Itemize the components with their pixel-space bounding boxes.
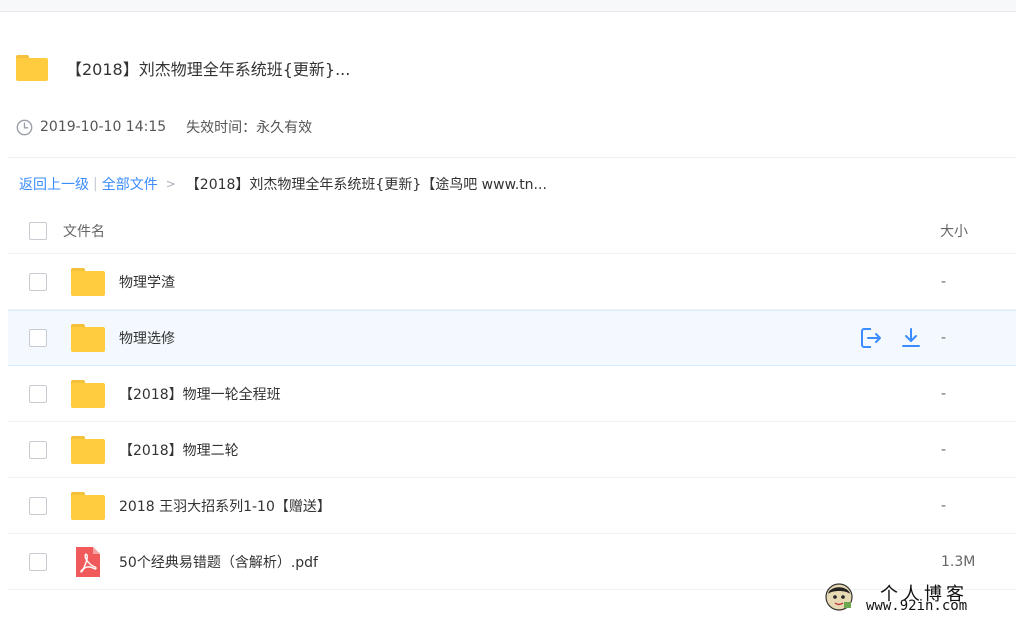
file-name[interactable]: 【2018】物理一轮全程班 bbox=[119, 384, 281, 404]
breadcrumb: 返回上一级 | 全部文件 > 【2018】刘杰物理全年系统班{更新}【途鸟吧 w… bbox=[19, 174, 547, 194]
row-checkbox[interactable] bbox=[29, 384, 47, 403]
column-header-size: 大小 bbox=[940, 223, 968, 240]
table-row[interactable]: 物理选修 - bbox=[8, 310, 1016, 366]
back-link[interactable]: 返回上一级 bbox=[19, 174, 89, 194]
table-row[interactable]: 【2018】物理一轮全程班 - bbox=[8, 366, 1016, 422]
pdf-file-icon bbox=[76, 546, 100, 577]
file-size: - bbox=[941, 497, 947, 514]
avatar-icon bbox=[825, 583, 853, 611]
file-list: 文件名 大小 物理学渣 - 物理选修 - 【2018】物理一轮全程班 - 【20… bbox=[8, 208, 1016, 590]
file-size: - bbox=[941, 273, 947, 290]
share-meta: 2019-10-10 14:15 失效时间：永久有效 bbox=[16, 117, 312, 137]
breadcrumb-arrow: > bbox=[165, 177, 176, 191]
share-title: 【2018】刘杰物理全年系统班{更新}... bbox=[66, 60, 351, 79]
breadcrumb-separator: | bbox=[93, 176, 98, 192]
breadcrumb-current: 【2018】刘杰物理全年系统班{更新}【途鸟吧 www.tn... bbox=[185, 177, 547, 193]
blog-watermark: 个人博客 www.92in.com bbox=[822, 578, 1012, 618]
table-row[interactable]: 【2018】物理二轮 - bbox=[8, 422, 1016, 478]
row-checkbox[interactable] bbox=[29, 496, 47, 515]
divider bbox=[8, 157, 1016, 158]
list-header: 文件名 大小 bbox=[8, 208, 1016, 254]
watermark-url: www.92in.com bbox=[866, 598, 968, 614]
folder-icon bbox=[16, 55, 48, 81]
table-row[interactable]: 物理学渣 - bbox=[8, 254, 1016, 310]
file-size: - bbox=[941, 385, 947, 402]
folder-icon bbox=[71, 267, 105, 296]
file-name[interactable]: 2018 王羽大招系列1-10【赠送】 bbox=[119, 496, 331, 516]
file-size: - bbox=[941, 441, 947, 458]
file-name[interactable]: 物理选修 bbox=[119, 328, 175, 348]
file-size: - bbox=[941, 330, 947, 346]
file-name[interactable]: 50个经典易错题（含解析）.pdf bbox=[119, 552, 318, 572]
expiry-text: 失效时间：永久有效 bbox=[186, 120, 313, 136]
folder-icon bbox=[71, 435, 105, 464]
share-header: 【2018】刘杰物理全年系统班{更新}... bbox=[16, 52, 350, 84]
save-to-drive-icon[interactable] bbox=[859, 326, 883, 350]
folder-icon bbox=[71, 379, 105, 408]
all-files-link[interactable]: 全部文件 bbox=[102, 174, 158, 194]
top-strip bbox=[0, 0, 1016, 12]
file-size: 1.3M bbox=[941, 553, 976, 570]
file-name[interactable]: 【2018】物理二轮 bbox=[119, 440, 239, 460]
folder-icon bbox=[71, 324, 105, 352]
select-all-checkbox[interactable] bbox=[29, 221, 47, 240]
file-name[interactable]: 物理学渣 bbox=[119, 272, 175, 292]
row-checkbox[interactable] bbox=[29, 440, 47, 459]
download-icon[interactable] bbox=[899, 326, 923, 350]
row-checkbox[interactable] bbox=[29, 329, 47, 347]
column-header-name: 文件名 bbox=[63, 223, 105, 240]
table-row[interactable]: 2018 王羽大招系列1-10【赠送】 - bbox=[8, 478, 1016, 534]
row-checkbox[interactable] bbox=[29, 552, 47, 571]
clock-icon bbox=[16, 119, 33, 135]
row-checkbox[interactable] bbox=[29, 272, 47, 291]
row-actions bbox=[859, 326, 939, 350]
created-time: 2019-10-10 14:15 bbox=[40, 119, 167, 135]
folder-icon bbox=[71, 491, 105, 520]
